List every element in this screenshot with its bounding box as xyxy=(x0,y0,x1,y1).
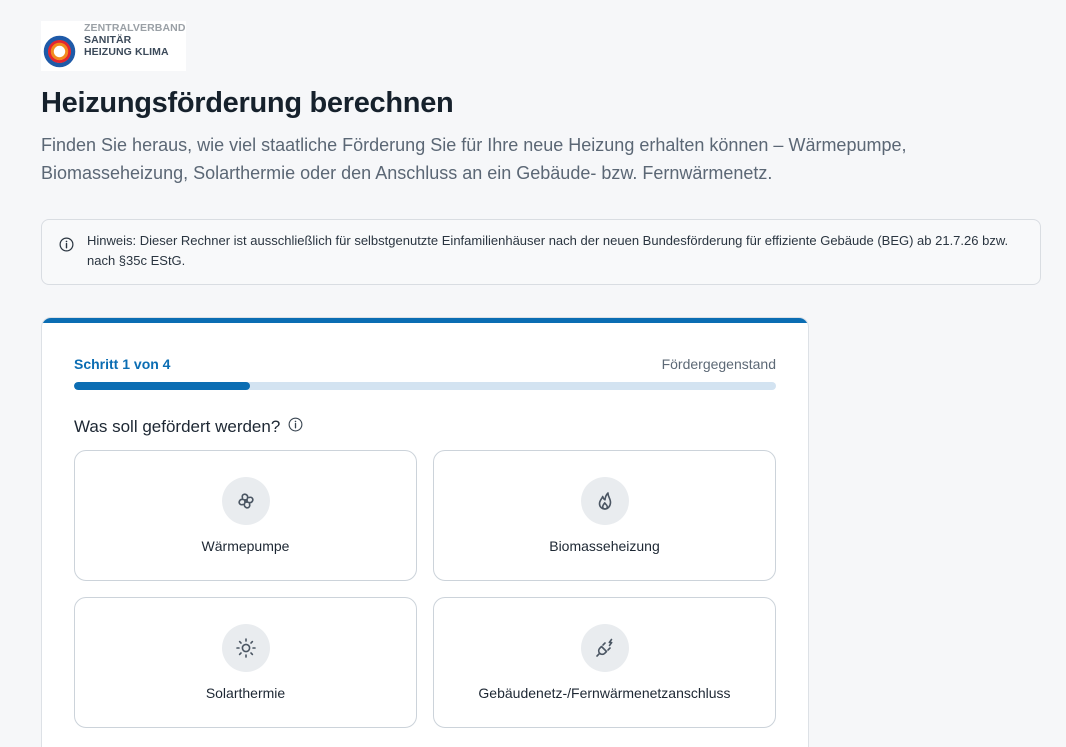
progress-bar-fill xyxy=(74,382,250,390)
plug-icon xyxy=(595,638,612,657)
option-label: Biomasseheizung xyxy=(549,538,660,554)
page-title: Heizungsförderung berechnen xyxy=(41,87,454,119)
progress-bar xyxy=(74,382,776,390)
option-solarthermie[interactable]: Solarthermie xyxy=(74,597,417,728)
option-gebaeudenetz-fernwaerme[interactable]: Gebäudenetz-/Fernwärmenetzanschluss xyxy=(433,597,776,728)
page: ZENTRALVERBAND SANITÄR HEIZUNG KLIMA Hei… xyxy=(0,0,1066,747)
calculator-card: Schritt 1 von 4 Fördergegenstand Was sol… xyxy=(41,317,809,747)
logo-text: ZENTRALVERBAND SANITÄR HEIZUNG KLIMA xyxy=(84,22,186,58)
option-icon-circle xyxy=(580,624,629,672)
notice-text: Hinweis: Dieser Rechner ist ausschließli… xyxy=(87,233,1009,268)
page-subtitle: Finden Sie heraus, wie viel staatliche F… xyxy=(41,135,907,183)
info-icon[interactable] xyxy=(288,417,303,432)
card-accent-bar xyxy=(42,318,808,323)
question-label: Was soll gefördert werden? xyxy=(74,417,281,436)
step-name: Fördergegenstand xyxy=(661,356,776,372)
step-indicator: Schritt 1 von 4 xyxy=(74,356,171,372)
option-icon-circle xyxy=(221,624,270,672)
notice-box: Hinweis: Dieser Rechner ist ausschließli… xyxy=(41,219,1041,285)
option-biomasseheizung[interactable]: Biomasseheizung xyxy=(433,450,776,581)
option-label: Wärmepumpe xyxy=(201,538,290,554)
flame-icon xyxy=(598,492,611,510)
option-icon-circle xyxy=(221,477,270,525)
option-label: Solarthermie xyxy=(205,685,286,701)
option-icon-circle xyxy=(580,477,629,525)
info-icon xyxy=(59,237,74,252)
logo-line-3: HEIZUNG KLIMA xyxy=(84,46,169,58)
option-label: Gebäudenetz-/Fernwärmenetzanschluss xyxy=(478,685,731,701)
option-waermepumpe[interactable]: Wärmepumpe xyxy=(74,450,417,581)
zvshk-logo-mark-icon xyxy=(43,35,76,68)
sun-icon xyxy=(235,638,256,658)
fan-icon xyxy=(237,493,254,509)
question-row: Was soll gefördert werden? xyxy=(74,417,303,437)
logo-line-2: SANITÄR xyxy=(84,34,132,46)
zvshk-logo[interactable]: ZENTRALVERBAND SANITÄR HEIZUNG KLIMA xyxy=(41,21,186,71)
logo-line-1: ZENTRALVERBAND xyxy=(84,22,186,34)
